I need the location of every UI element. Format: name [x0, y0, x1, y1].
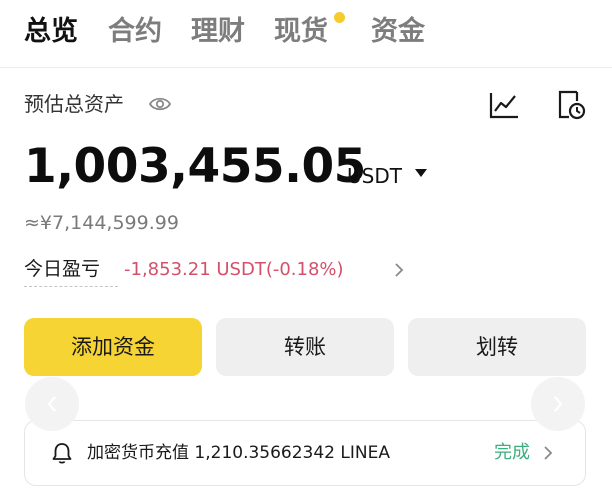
assets-overview-screen: 总览 合约 理财 现货 资金 预估总资产 1,003,455.05 USDT ≈… [0, 0, 612, 496]
internal-transfer-button[interactable]: 划转 [408, 318, 586, 376]
chevron-left-icon [47, 396, 56, 412]
deposit-status-complete[interactable]: 完成 [494, 441, 530, 465]
estimated-total-assets-label: 预估总资产 [24, 92, 124, 116]
total-balance: 1,003,455.05 [24, 139, 366, 194]
transfer-button[interactable]: 转账 [216, 318, 394, 376]
today-pnl-value[interactable]: -1,853.21 USDT(-0.18%) [124, 257, 344, 283]
line-chart-icon[interactable] [488, 90, 520, 120]
deposit-notice-card[interactable]: 加密货币充值 1,210.35662342 LINEA 完成 [24, 420, 586, 486]
carousel-prev-button[interactable] [25, 377, 79, 431]
tab-spot[interactable]: 现货 [274, 14, 328, 50]
chevron-right-icon[interactable] [543, 445, 554, 461]
caret-down-icon[interactable] [414, 168, 428, 178]
tab-funding[interactable]: 资金 [371, 14, 425, 50]
deposit-notice-text: 加密货币充值 1,210.35662342 LINEA [87, 443, 390, 463]
notification-dot [334, 12, 345, 23]
bell-icon [52, 443, 72, 464]
history-icon[interactable] [556, 89, 586, 121]
chevron-right-icon [554, 396, 563, 412]
eye-icon[interactable] [148, 93, 172, 115]
add-funds-button[interactable]: 添加资金 [24, 318, 202, 376]
tab-futures[interactable]: 合约 [108, 14, 162, 50]
tab-earn[interactable]: 理财 [191, 14, 245, 50]
chevron-right-icon[interactable] [393, 262, 405, 278]
carousel-next-button[interactable] [531, 377, 585, 431]
currency-selector[interactable]: USDT [347, 163, 402, 189]
pnl-label-underline [24, 286, 118, 287]
today-pnl-label[interactable]: 今日盈亏 [24, 256, 100, 282]
top-tab-bar: 总览 合约 理财 现货 资金 [0, 0, 612, 68]
fiat-equivalent: ≈¥7,144,599.99 [24, 212, 179, 234]
tab-overview[interactable]: 总览 [24, 14, 78, 50]
